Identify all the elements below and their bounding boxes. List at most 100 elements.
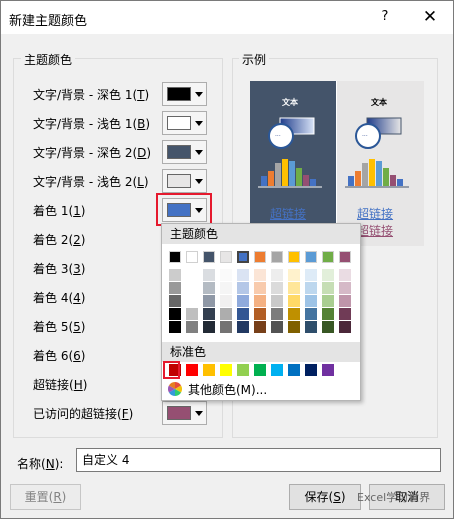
theme-shade-swatch[interactable] (288, 321, 300, 333)
save-button[interactable]: 保存(S) (289, 484, 361, 510)
theme-shade-swatch[interactable] (169, 295, 181, 307)
theme-shade-swatch[interactable] (254, 321, 266, 333)
row-label-text-dark-1: 文字/背景 - 深色 1(T) (33, 88, 150, 102)
standard-swatch[interactable] (186, 364, 198, 376)
color-picker-text-dark-2[interactable] (162, 140, 207, 164)
highlight-dark-red-swatch (163, 361, 180, 379)
theme-shade-swatch[interactable] (169, 308, 181, 320)
theme-swatch[interactable] (237, 251, 249, 263)
theme-shade-swatch[interactable] (203, 308, 215, 320)
name-input[interactable]: 自定义 4 (76, 448, 441, 472)
theme-swatch[interactable] (288, 251, 300, 263)
theme-shade-swatch[interactable] (271, 282, 283, 294)
theme-shade-swatch[interactable] (305, 269, 317, 281)
theme-shade-swatch[interactable] (322, 269, 334, 281)
color-picker-text-dark-1[interactable] (162, 82, 207, 106)
theme-shade-swatch[interactable] (305, 308, 317, 320)
theme-swatch[interactable] (305, 251, 317, 263)
theme-shade-swatch[interactable] (288, 282, 300, 294)
reset-button[interactable]: 重置(R) (10, 484, 81, 510)
theme-shade-swatch[interactable] (254, 295, 266, 307)
sample-light-visited-hyperlink: 超链接 (357, 224, 394, 238)
row-label-accent-3: 着色 3(3) (33, 262, 86, 276)
standard-swatch[interactable] (203, 364, 215, 376)
theme-shade-swatch[interactable] (271, 295, 283, 307)
standard-swatch[interactable] (271, 364, 283, 376)
theme-shade-swatch[interactable] (203, 269, 215, 281)
theme-shade-swatch[interactable] (237, 295, 249, 307)
svg-text:···: ··· (362, 133, 368, 140)
theme-shade-swatch[interactable] (339, 269, 351, 281)
theme-shade-swatch[interactable] (254, 269, 266, 281)
theme-swatch[interactable] (271, 251, 283, 263)
standard-swatch[interactable] (288, 364, 300, 376)
help-button[interactable]: ? (377, 7, 393, 27)
more-colors-item[interactable]: 其他颜色(M)... (166, 380, 356, 398)
theme-shade-swatch[interactable] (220, 308, 232, 320)
theme-swatch[interactable] (169, 251, 181, 263)
theme-shade-swatch[interactable] (186, 308, 198, 320)
theme-shade-swatch[interactable] (305, 295, 317, 307)
theme-shade-swatch[interactable] (186, 282, 198, 294)
theme-shade-swatch[interactable] (237, 308, 249, 320)
theme-shade-swatch[interactable] (271, 308, 283, 320)
standard-swatch[interactable] (322, 364, 334, 376)
theme-shade-swatch[interactable] (288, 295, 300, 307)
theme-shade-swatch[interactable] (237, 321, 249, 333)
standard-swatch[interactable] (305, 364, 317, 376)
color-wheel-icon (168, 382, 182, 396)
close-button[interactable]: ✕ (418, 5, 442, 29)
theme-shade-swatch[interactable] (186, 295, 198, 307)
theme-shade-swatch[interactable] (169, 321, 181, 333)
theme-shade-swatch[interactable] (339, 308, 351, 320)
standard-swatch[interactable] (237, 364, 249, 376)
theme-shade-swatch[interactable] (322, 308, 334, 320)
theme-shade-swatch[interactable] (322, 321, 334, 333)
theme-shade-swatch[interactable] (339, 295, 351, 307)
theme-shade-swatch[interactable] (186, 269, 198, 281)
name-label: 名称(N): (17, 457, 64, 471)
sample-light-shapes-icon: ··· (345, 117, 409, 188)
color-picker-text-light-2[interactable] (162, 169, 207, 193)
theme-shade-swatch[interactable] (220, 269, 232, 281)
theme-shade-swatch[interactable] (322, 282, 334, 294)
theme-shade-swatch[interactable] (271, 269, 283, 281)
theme-shade-swatch[interactable] (288, 308, 300, 320)
theme-shade-swatch[interactable] (169, 282, 181, 294)
theme-swatch[interactable] (186, 251, 198, 263)
theme-shade-swatch[interactable] (220, 295, 232, 307)
theme-shade-swatch[interactable] (237, 269, 249, 281)
theme-shade-swatch[interactable] (169, 269, 181, 281)
theme-shade-swatch[interactable] (305, 321, 317, 333)
theme-shade-swatch[interactable] (220, 321, 232, 333)
standard-swatch[interactable] (220, 364, 232, 376)
theme-swatch[interactable] (254, 251, 266, 263)
theme-swatch[interactable] (339, 251, 351, 263)
theme-shade-swatch[interactable] (203, 282, 215, 294)
theme-shade-swatch[interactable] (237, 282, 249, 294)
theme-shade-swatch[interactable] (203, 321, 215, 333)
theme-shade-swatch[interactable] (186, 321, 198, 333)
theme-swatch[interactable] (203, 251, 215, 263)
theme-shade-swatch[interactable] (305, 282, 317, 294)
sample-dark-panel: 文本 ··· 超链接 (250, 81, 336, 246)
theme-shade-swatch[interactable] (271, 321, 283, 333)
theme-shade-swatch[interactable] (339, 321, 351, 333)
theme-swatch[interactable] (322, 251, 334, 263)
theme-shade-swatch[interactable] (254, 282, 266, 294)
standard-swatch[interactable] (254, 364, 266, 376)
theme-shade-swatch[interactable] (203, 295, 215, 307)
theme-shade-swatch[interactable] (322, 295, 334, 307)
theme-shade-swatch[interactable] (339, 282, 351, 294)
theme-shade-swatch[interactable] (220, 282, 232, 294)
row-label-accent-6: 着色 6(6) (33, 349, 86, 363)
row-label-accent-5: 着色 5(5) (33, 320, 86, 334)
row-label-followed-hyperlink: 已访问的超链接(F) (33, 407, 134, 421)
theme-shade-swatch[interactable] (288, 269, 300, 281)
palette-theme-colors-heading: 主题颜色 (162, 224, 360, 244)
theme-swatch[interactable] (220, 251, 232, 263)
row-label-accent-1: 着色 1(1) (33, 204, 86, 218)
theme-shade-swatch[interactable] (254, 308, 266, 320)
color-picker-followed-hyperlink[interactable] (162, 401, 207, 425)
color-picker-text-light-1[interactable] (162, 111, 207, 135)
